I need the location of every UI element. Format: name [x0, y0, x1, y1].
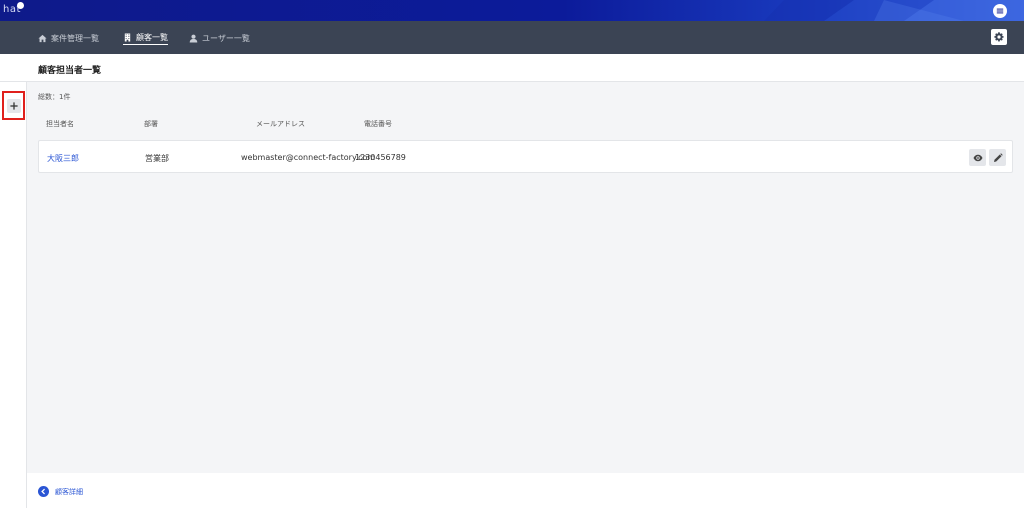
back-to-customer-detail-link[interactable]: 顧客詳細 — [38, 486, 83, 497]
gear-icon — [994, 32, 1004, 42]
pencil-icon — [993, 152, 1003, 162]
column-header-name: 担当者名 — [46, 120, 74, 128]
column-header-email: メールアドレス — [256, 120, 305, 128]
page-footer: 顧客詳細 — [27, 473, 1024, 508]
home-icon — [38, 34, 47, 43]
column-header-phone: 電話番号 — [364, 120, 392, 128]
record-count: 総数：1件 — [38, 93, 71, 101]
building-icon — [124, 33, 131, 42]
add-contact-button[interactable] — [2, 91, 25, 120]
page-header: 顧客担当者一覧 — [0, 54, 1024, 82]
edit-button[interactable] — [989, 149, 1006, 166]
app-logo[interactable]: hat — [3, 2, 24, 15]
contact-department: 営業部 — [145, 154, 169, 163]
nav-item-label: 顧客一覧 — [136, 33, 168, 42]
user-menu-button[interactable] — [993, 4, 1007, 18]
contact-phone: 1230456789 — [355, 153, 406, 162]
eye-icon — [973, 154, 982, 161]
nav-item-users[interactable]: ユーザー一覧 — [189, 32, 250, 45]
page-title: 顧客担当者一覧 — [38, 66, 102, 76]
contact-name-link[interactable]: 大阪三郎 — [47, 153, 79, 164]
row-actions — [969, 149, 1006, 166]
plus-icon — [9, 101, 18, 110]
user-icon — [189, 34, 198, 43]
settings-button[interactable] — [991, 29, 1007, 45]
left-toolbar — [0, 82, 27, 508]
nav-item-projects[interactable]: 案件管理一覧 — [38, 32, 99, 45]
view-button[interactable] — [969, 149, 986, 166]
back-link-label: 顧客詳細 — [55, 487, 83, 496]
column-header-department: 部署 — [144, 120, 158, 128]
brand-bar: hat — [0, 0, 1024, 21]
chevron-left-icon — [41, 488, 45, 495]
brand-pattern — [764, 0, 1024, 21]
table-header: 担当者名 部署 メールアドレス 電話番号 — [38, 119, 1013, 131]
logo-mark-icon — [17, 2, 24, 9]
add-button-face — [6, 98, 21, 113]
back-circle — [38, 486, 49, 497]
nav-item-label: ユーザー一覧 — [202, 34, 250, 43]
main-nav: 案件管理一覧 顧客一覧 ユーザー一覧 — [0, 21, 1024, 54]
table-row: 大阪三郎 営業部 webmaster@connect-factory.com 1… — [38, 140, 1013, 173]
menu-icon — [996, 8, 1004, 14]
nav-item-customers[interactable]: 顧客一覧 — [123, 32, 168, 45]
nav-item-label: 案件管理一覧 — [51, 34, 99, 43]
